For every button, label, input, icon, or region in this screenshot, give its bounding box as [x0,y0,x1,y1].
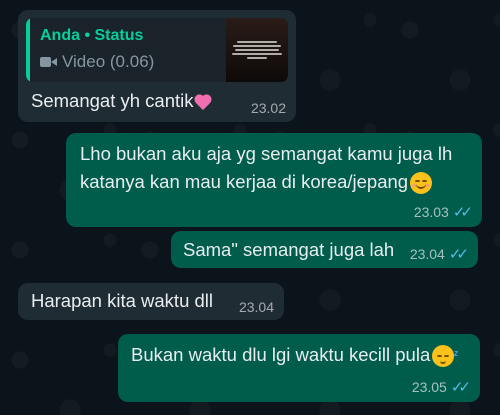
message-bubble-outgoing[interactable]: Bukan waktu dlu lgi waktu kecill pula z 2… [118,334,480,402]
message-meta: 23.03 ✓✓ [413,203,473,221]
message-meta: 23.04 [239,299,274,315]
message-bubble-outgoing[interactable]: Sama" semangat juga lah 23.04 ✓✓ [171,231,478,268]
message-meta: 23.04 ✓✓ [409,245,469,263]
message-text: Bukan waktu dlu lgi waktu kecill pula z [131,341,458,369]
read-ticks-icon: ✓✓ [448,246,469,263]
message-bubble-outgoing[interactable]: Lho bukan aku aja yg semangat kamu juga … [66,133,482,227]
message-text: Harapan kita waktu dll [31,290,214,311]
message-time: 23.04 [238,299,274,315]
message-text: Lho bukan aku aja yg semangat kamu juga … [80,140,452,196]
video-camera-icon [40,56,58,68]
message-time: 23.05 [411,379,447,395]
read-ticks-icon: ✓✓ [452,204,473,221]
quote-author: Anda • Status [40,27,144,44]
quote-subtitle: Video (0.06) [40,52,154,72]
message-bubble-incoming[interactable]: Anda • Status Video (0.06) Semangat yh c… [18,10,296,122]
message-time: 23.03 [413,204,449,220]
message-time: 23.02 [250,100,286,116]
message-meta: 23.02 [251,100,286,116]
status-video-thumbnail[interactable] [226,18,288,82]
quote-subtitle-text: Video (0.06) [62,52,155,71]
smiling-face-icon [410,172,433,195]
message-text: Semangat yh cantik [31,87,213,115]
sleeping-face-icon: z [432,345,458,368]
message-meta: 23.05 ✓✓ [411,378,471,396]
message-bubble-incoming[interactable]: Harapan kita waktu dll 23.04 [18,283,284,320]
sparkling-heart-icon [193,93,213,111]
quoted-status[interactable]: Anda • Status Video (0.06) [26,18,288,82]
quote-accent-bar [26,18,30,82]
message-time: 23.04 [409,246,445,262]
message-text: Sama" semangat juga lah [183,239,395,260]
read-ticks-icon: ✓✓ [450,379,471,396]
